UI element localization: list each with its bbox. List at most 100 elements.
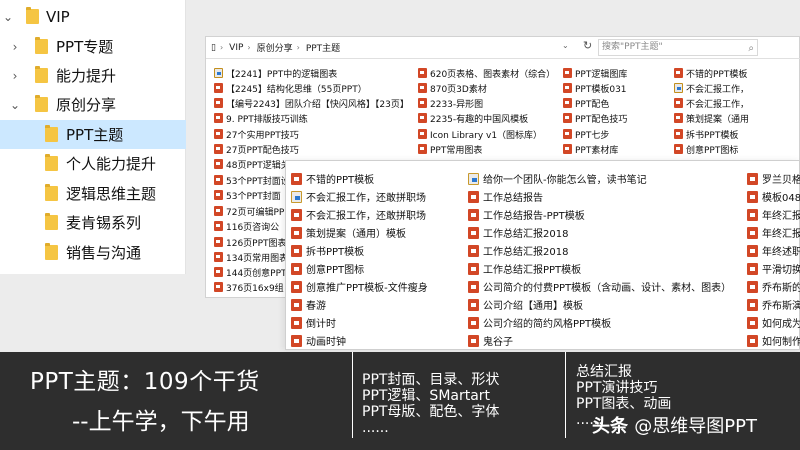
- folder-icon: [45, 125, 58, 142]
- tree-item-ppt-theme[interactable]: PPT主题: [0, 120, 186, 149]
- file-item[interactable]: 工作总结汇报PPT模板: [468, 260, 581, 277]
- file-item[interactable]: 376页16x9组: [214, 280, 284, 294]
- file-name: 376页16x9组: [226, 283, 284, 294]
- ppt-file-icon: [214, 267, 223, 277]
- file-item[interactable]: 620页表格、图表素材（综合）: [418, 66, 555, 80]
- file-item[interactable]: 创意PPT图标: [674, 142, 738, 156]
- file-item[interactable]: 如何成为: [747, 314, 800, 331]
- file-item[interactable]: 【编号2243】团队介绍【快闪风格】【23页】: [214, 96, 409, 110]
- file-item[interactable]: 倒计时: [291, 314, 336, 331]
- tree-item-ppt-topics[interactable]: › PPT专题: [0, 32, 186, 61]
- chevron-right-icon[interactable]: ›: [9, 40, 21, 54]
- file-item[interactable]: 2233-异形图: [418, 96, 483, 110]
- file-item[interactable]: Icon Library v1（图标库）: [418, 127, 542, 141]
- search-input[interactable]: 搜索"PPT主题" ⌕: [598, 39, 758, 56]
- breadcrumb-original-share[interactable]: 原创分享: [257, 41, 293, 54]
- file-item[interactable]: PPT模板031: [563, 81, 627, 95]
- ppt-file-icon: [563, 129, 572, 139]
- file-item[interactable]: 53个PPT封面设: [214, 173, 290, 187]
- file-item[interactable]: 平滑切换: [747, 260, 800, 277]
- file-item[interactable]: 工作总结报告-PPT模板: [468, 206, 585, 223]
- file-item[interactable]: PPT七步: [563, 127, 609, 141]
- file-item[interactable]: PPT配色: [563, 96, 609, 110]
- file-item[interactable]: 134页常用图表: [214, 250, 288, 264]
- breadcrumb-ppt-theme[interactable]: PPT主题: [306, 41, 340, 54]
- tree-item-vip[interactable]: ⌄ VIP: [0, 2, 186, 31]
- file-item[interactable]: 动画时钟: [291, 332, 346, 349]
- file-name: 年终述职: [762, 247, 800, 258]
- chevron-right-icon[interactable]: ›: [9, 69, 21, 83]
- tree-item-logic-thinking[interactable]: 逻辑思维主题: [0, 179, 186, 208]
- file-item[interactable]: 公司简介的付费PPT模板（含动画、设计、素材、图表）: [468, 278, 731, 295]
- file-item[interactable]: 不错的PPT模板: [291, 170, 374, 187]
- file-item[interactable]: 144页创意PPT: [214, 265, 287, 279]
- file-item[interactable]: 不错的PPT模板: [674, 66, 747, 80]
- tree-item-sales[interactable]: 销售与沟通: [0, 238, 186, 267]
- file-item[interactable]: 策划提案（通用: [674, 111, 749, 125]
- ppt-file-icon: [291, 316, 302, 329]
- file-item[interactable]: 鬼谷子: [468, 332, 513, 349]
- file-item[interactable]: 【2241】PPT中的逻辑图表: [214, 66, 337, 80]
- breadcrumb-vip[interactable]: VIP: [229, 43, 243, 53]
- ppt-file-icon: [214, 237, 223, 247]
- file-item[interactable]: PPT素材库: [563, 142, 618, 156]
- chevron-right-icon: ›: [247, 43, 251, 52]
- file-item[interactable]: PPT配色技巧: [563, 111, 627, 125]
- file-item[interactable]: 工作总结汇报2018: [468, 224, 568, 241]
- file-item[interactable]: 48页PPT逻辑关: [214, 157, 290, 171]
- tree-item-mckinsey[interactable]: 麦肯锡系列: [0, 208, 186, 237]
- file-item[interactable]: 拆书PPT模板: [674, 127, 738, 141]
- file-item[interactable]: 不会汇报工作，还敢拼职场: [291, 188, 426, 205]
- file-item[interactable]: 72页可编辑PP: [214, 204, 284, 218]
- chevron-down-icon[interactable]: ⌄: [562, 41, 569, 50]
- file-name: 72页可编辑PP: [226, 207, 285, 218]
- file-item[interactable]: 不会汇报工作，: [674, 96, 749, 110]
- ppt-file-icon: [214, 190, 223, 200]
- file-item[interactable]: 不会汇报工作，还敢拼职场: [291, 206, 426, 223]
- ppt-file-icon: [674, 129, 683, 139]
- file-item[interactable]: 9. PPT排版技巧训练: [214, 111, 308, 125]
- file-item[interactable]: PPT逻辑图库: [563, 66, 627, 80]
- chevron-down-icon[interactable]: ⌄: [9, 98, 21, 112]
- file-item[interactable]: 53个PPT封面: [214, 188, 281, 202]
- file-item[interactable]: 27页PPT配色技巧: [214, 142, 299, 156]
- file-item[interactable]: 【2245】结构化思维（55页PPT）: [214, 81, 367, 95]
- file-item[interactable]: 年终述职: [747, 242, 800, 259]
- folder-icon: [35, 95, 48, 112]
- file-item[interactable]: 乔布斯演: [747, 296, 800, 313]
- refresh-icon[interactable]: ↻: [583, 39, 592, 52]
- tree-item-personal-ability[interactable]: 个人能力提升: [0, 149, 186, 178]
- file-item[interactable]: 策划提案（通用）模板: [291, 224, 406, 241]
- ppt-file-icon: [563, 144, 572, 154]
- tree-item-original-share[interactable]: ⌄ 原创分享: [0, 90, 186, 119]
- file-item[interactable]: 创意推广PPT模板-文件瘦身: [291, 278, 428, 295]
- file-item[interactable]: 公司介绍【通用】模板: [468, 296, 583, 313]
- file-item[interactable]: 公司介绍的简约风格PPT模板: [468, 314, 611, 331]
- file-name: 倒计时: [306, 319, 336, 330]
- file-item[interactable]: 870页3D素材: [418, 81, 487, 95]
- file-item[interactable]: 如何制作: [747, 332, 800, 349]
- file-item[interactable]: 春游: [291, 296, 326, 313]
- file-item[interactable]: 126页PPT图表: [214, 235, 287, 249]
- file-item[interactable]: 给你一个团队-你能怎么管，读书笔记: [468, 170, 647, 187]
- file-item[interactable]: 工作总结报告: [468, 188, 543, 205]
- tree-item-label: 个人能力提升: [66, 155, 157, 173]
- file-item[interactable]: 2235-有趣的中国风模板: [418, 111, 528, 125]
- file-item[interactable]: 拆书PPT模板: [291, 242, 364, 259]
- file-item[interactable]: 116页咨询公: [214, 219, 279, 233]
- file-item[interactable]: 创意PPT图标: [291, 260, 364, 277]
- file-name: 【2241】PPT中的逻辑图表: [226, 69, 338, 80]
- tree-item-ability[interactable]: › 能力提升: [0, 61, 186, 90]
- address-bar[interactable]: ▯ › VIP › 原创分享 › PPT主题 ⌄ ↻ 搜索"PPT主题" ⌕: [206, 37, 800, 59]
- file-item[interactable]: 年终汇报: [747, 224, 800, 241]
- file-item[interactable]: 工作总结汇报2018: [468, 242, 568, 259]
- file-item[interactable]: PPT常用图表: [418, 142, 482, 156]
- file-item[interactable]: 罗兰贝格: [747, 170, 800, 187]
- topic-line: 总结汇报: [576, 364, 632, 380]
- file-item[interactable]: 27个实用PPT技巧: [214, 127, 299, 141]
- file-item[interactable]: 不会汇报工作，: [674, 81, 749, 95]
- file-item[interactable]: 模板048: [747, 188, 800, 205]
- chevron-down-icon[interactable]: ⌄: [2, 10, 14, 24]
- file-item[interactable]: 年终汇报: [747, 206, 800, 223]
- file-item[interactable]: 乔布斯的: [747, 278, 800, 295]
